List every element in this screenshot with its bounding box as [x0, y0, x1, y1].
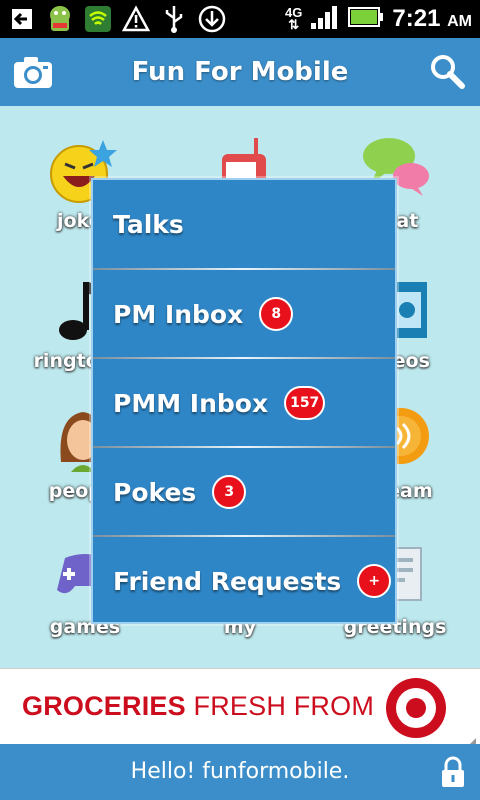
count-badge: 3: [212, 475, 247, 509]
ad-text-rest: FRESH FROM: [185, 691, 375, 721]
menu-item-pm-inbox[interactable]: PM Inbox 8: [93, 270, 395, 358]
menu-item-label: PMM Inbox: [113, 388, 269, 418]
greeting-text: Hello! funformobile.: [130, 759, 350, 784]
count-badge: 8: [259, 297, 294, 331]
ad-banner[interactable]: GROCERIES FRESH FROM: [0, 668, 480, 748]
menu-item-label: Friend Requests: [113, 566, 342, 596]
app-header: Fun For Mobile: [0, 38, 480, 106]
count-badge: 157: [284, 386, 326, 420]
ad-text-bold: GROCERIES: [22, 691, 186, 721]
status-right: 4G ⇅ 7:21 AM: [285, 0, 472, 38]
search-icon[interactable]: [428, 52, 466, 90]
plus-badge: +: [357, 564, 392, 598]
clock-ampm: AM: [447, 13, 472, 30]
menu-item-label: Talks: [113, 209, 184, 239]
menu-item-pokes[interactable]: Pokes 3: [93, 448, 395, 536]
footer-bar: Hello! funformobile.: [0, 744, 480, 800]
ad-info-icon[interactable]: [466, 733, 476, 748]
menu-item-pmm-inbox[interactable]: PMM Inbox 157: [93, 359, 395, 447]
status-bar: 4G ⇅ 7:21 AM: [0, 0, 480, 38]
context-menu: Talks PM Inbox 8 PMM Inbox 157 Pokes 3 F…: [91, 178, 397, 624]
clock: 7:21 AM: [392, 5, 472, 33]
menu-item-label: PM Inbox: [113, 299, 244, 329]
network-type: 4G ⇅: [285, 5, 303, 32]
android-mascot-icon: [44, 3, 76, 35]
target-logo-icon: [385, 677, 447, 739]
notification-icons: [6, 3, 228, 35]
battery-icon: [348, 6, 384, 32]
back-arrow-icon: [6, 3, 38, 35]
shield-security-icon: [82, 3, 114, 35]
page-title: Fun For Mobile: [131, 57, 349, 87]
signal-icon: [310, 5, 340, 33]
menu-item-label: Pokes: [113, 477, 197, 507]
menu-item-friend-requests[interactable]: Friend Requests +: [93, 537, 395, 625]
ad-text: GROCERIES FRESH FROM: [22, 691, 374, 722]
usb-icon: [158, 3, 190, 35]
menu-item-talks[interactable]: Talks: [93, 180, 395, 268]
clock-time: 7:21: [392, 5, 441, 32]
lock-icon[interactable]: [440, 756, 466, 788]
download-icon: [196, 3, 228, 35]
warning-icon: [120, 3, 152, 35]
